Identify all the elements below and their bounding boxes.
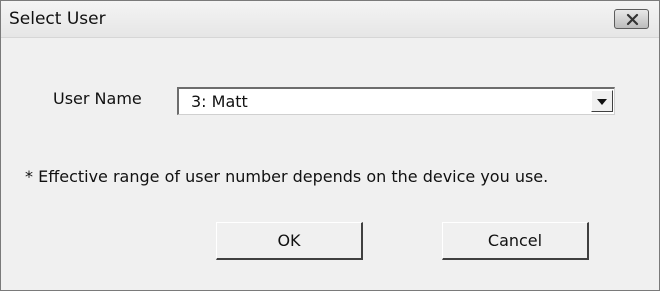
close-icon: [626, 13, 639, 26]
window-title: Select User: [9, 9, 106, 29]
close-button[interactable]: [614, 9, 649, 29]
range-note: * Effective range of user number depends…: [25, 167, 549, 186]
user-name-select[interactable]: 3: Matt: [177, 87, 615, 115]
cancel-button[interactable]: Cancel: [442, 222, 589, 260]
user-name-label: User Name: [53, 89, 142, 108]
user-name-selected-value: 3: Matt: [191, 92, 248, 111]
select-user-dialog: Select User User Name 3: Matt * Effectiv…: [0, 0, 660, 291]
title-bar[interactable]: Select User: [1, 1, 659, 38]
ok-button[interactable]: OK: [216, 222, 363, 260]
chevron-down-icon: [597, 99, 607, 105]
dropdown-arrow-button[interactable]: [591, 90, 613, 112]
